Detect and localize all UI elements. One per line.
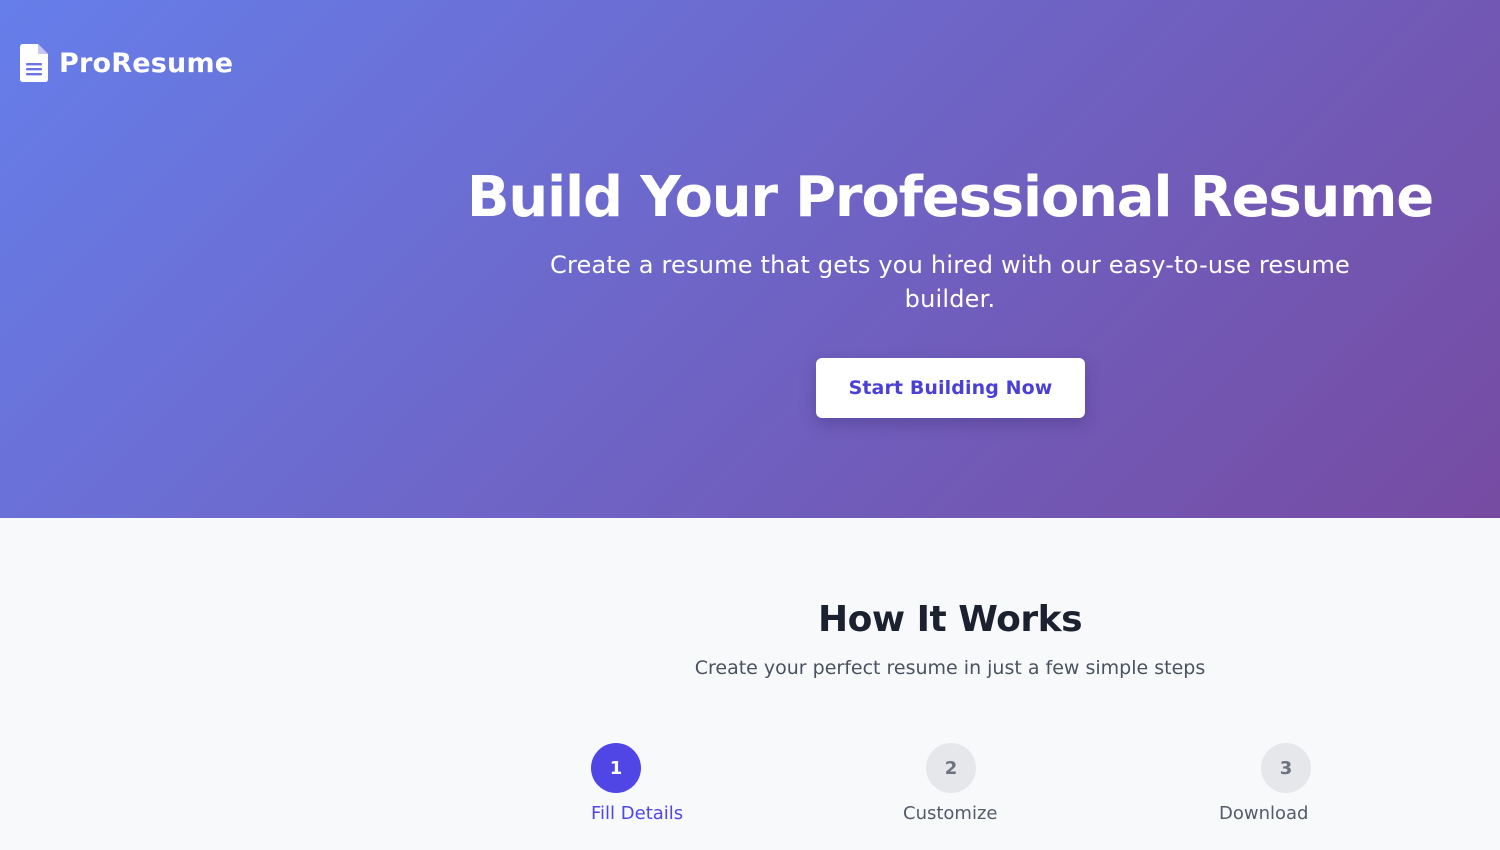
how-it-works-section: How It Works Create your perfect resume … bbox=[0, 518, 1500, 850]
step-number-badge: 1 bbox=[591, 743, 641, 793]
step-number-badge: 2 bbox=[926, 743, 976, 793]
step-label: Download bbox=[1219, 803, 1309, 824]
hero-subtitle: Create a resume that gets you hired with… bbox=[549, 251, 1351, 313]
hero-title: Build Your Professional Resume bbox=[466, 165, 1434, 230]
step-label: Fill Details bbox=[591, 803, 684, 824]
step-label: Customize bbox=[903, 803, 998, 824]
file-document-icon bbox=[20, 44, 48, 82]
brand-logo[interactable]: ProResume bbox=[20, 44, 233, 82]
hero-section: ProResume Build Your Professional Resume… bbox=[0, 0, 1500, 518]
section-title: How It Works bbox=[817, 599, 1083, 640]
step-number-badge: 3 bbox=[1261, 743, 1311, 793]
brand-name: ProResume bbox=[59, 47, 234, 79]
section-subtitle: Create your perfect resume in just a few… bbox=[694, 657, 1206, 679]
hero-content: Build Your Professional Resume Create a … bbox=[400, 160, 1500, 316]
start-building-button[interactable]: Start Building Now bbox=[816, 358, 1085, 418]
